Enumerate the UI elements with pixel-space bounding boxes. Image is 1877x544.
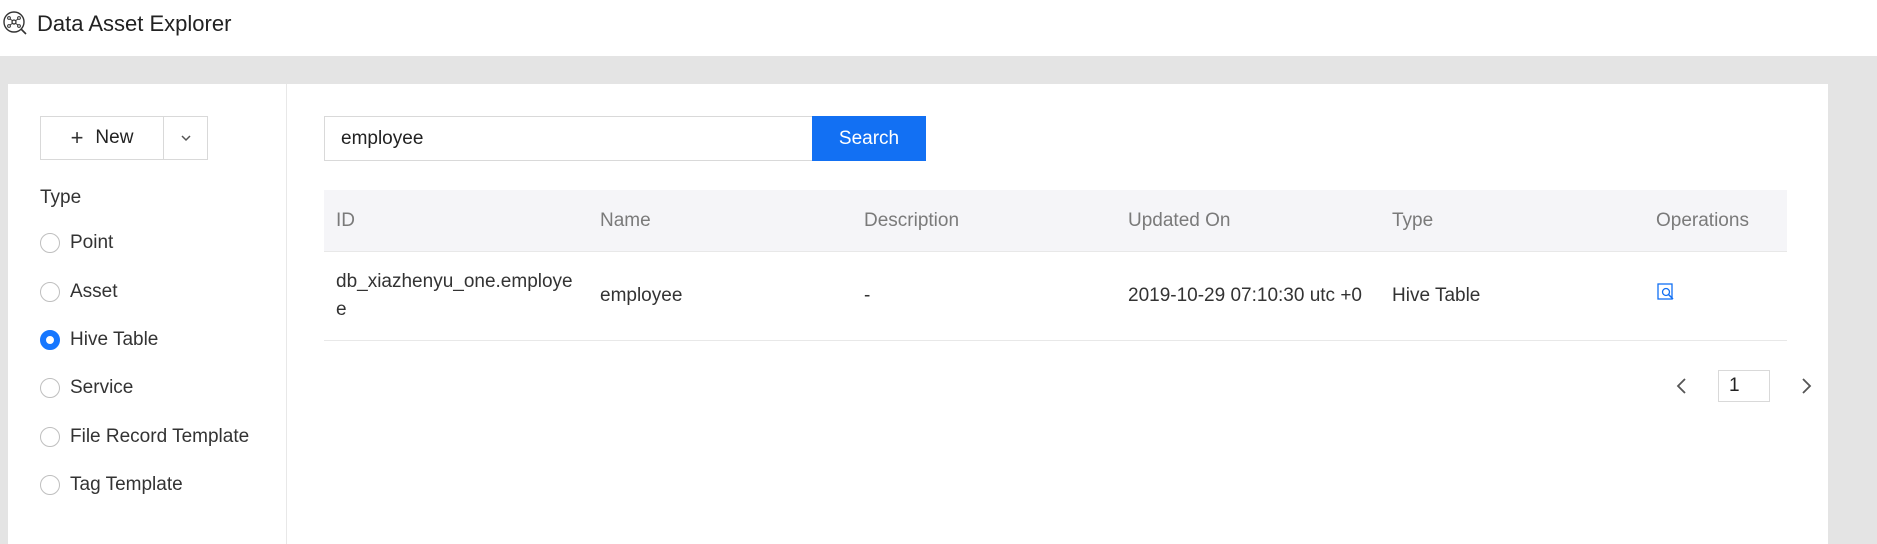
plus-icon: + bbox=[70, 125, 84, 150]
radio-button[interactable] bbox=[40, 233, 60, 253]
explorer-icon bbox=[3, 11, 27, 35]
column-header-id: ID bbox=[336, 209, 355, 231]
type-option-service[interactable]: Service bbox=[40, 377, 133, 399]
search-button[interactable]: Search bbox=[812, 116, 926, 161]
app-title: Data Asset Explorer bbox=[37, 11, 232, 36]
type-option-point[interactable]: Point bbox=[40, 232, 113, 254]
search-input[interactable] bbox=[324, 116, 813, 161]
chevron-left-icon bbox=[1676, 378, 1686, 394]
type-option-label: Hive Table bbox=[70, 329, 159, 350]
type-option-label: Point bbox=[70, 232, 114, 253]
type-option-label: Service bbox=[70, 377, 134, 398]
radio-button-selected[interactable] bbox=[40, 330, 60, 350]
table-row[interactable]: db_xiazhenyu_one.employee employee - 201… bbox=[324, 252, 1787, 341]
results-table: ID Name Description Updated On Type Oper… bbox=[324, 190, 1787, 341]
type-option-tag-template[interactable]: Tag Template bbox=[40, 474, 183, 496]
new-button[interactable]: + New bbox=[41, 117, 164, 159]
cell-updated-on: 2019-10-29 07:10:30 utc +0 bbox=[1128, 285, 1362, 306]
radio-button[interactable] bbox=[40, 282, 60, 302]
asset-id: db_xiazhenyu_one.employee bbox=[336, 271, 573, 320]
type-option-asset[interactable]: Asset bbox=[40, 281, 118, 303]
column-header-updated-on: Updated On bbox=[1128, 209, 1231, 231]
new-dropdown-button[interactable] bbox=[164, 117, 207, 159]
cell-description: - bbox=[864, 285, 871, 306]
new-button-group: + New bbox=[40, 116, 208, 160]
sidebar: + New Type Point Asset Hive Table Servic… bbox=[8, 84, 287, 544]
chevron-right-icon bbox=[1802, 378, 1812, 394]
prev-page-button[interactable] bbox=[1670, 374, 1694, 398]
column-header-operations: Operations bbox=[1656, 209, 1749, 231]
type-option-file-record-template[interactable]: File Record Template bbox=[40, 426, 249, 448]
next-page-button[interactable] bbox=[1794, 374, 1818, 398]
cell-operations bbox=[1644, 282, 1787, 311]
column-header-name: Name bbox=[600, 209, 651, 231]
type-option-hive-table[interactable]: Hive Table bbox=[40, 329, 158, 351]
table-header: ID Name Description Updated On Type Oper… bbox=[324, 190, 1787, 252]
type-heading: Type bbox=[40, 187, 82, 208]
radio-button[interactable] bbox=[40, 427, 60, 447]
top-bar: Data Asset Explorer bbox=[0, 0, 1877, 56]
cell-id: db_xiazhenyu_one.employee bbox=[324, 268, 588, 324]
radio-button[interactable] bbox=[40, 378, 60, 398]
chevron-down-icon bbox=[180, 135, 191, 142]
cell-name: employee bbox=[600, 285, 683, 306]
pagination bbox=[1670, 370, 1818, 402]
type-option-label: Tag Template bbox=[70, 474, 183, 495]
cell-type: Hive Table bbox=[1392, 285, 1481, 306]
type-option-label: File Record Template bbox=[70, 426, 250, 447]
type-option-label: Asset bbox=[70, 281, 118, 302]
column-header-type: Type bbox=[1392, 209, 1434, 231]
column-header-description: Description bbox=[864, 209, 960, 231]
view-detail-icon[interactable] bbox=[1656, 282, 1676, 302]
new-button-label: New bbox=[95, 127, 134, 148]
page-number-input[interactable] bbox=[1718, 370, 1770, 402]
main-panel: + New Type Point Asset Hive Table Servic… bbox=[8, 84, 1828, 544]
radio-button[interactable] bbox=[40, 475, 60, 495]
